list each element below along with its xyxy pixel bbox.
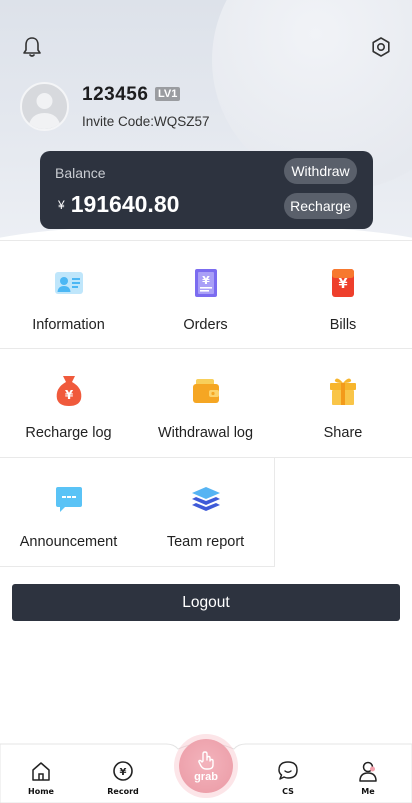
nav-home[interactable]: Home — [16, 759, 66, 796]
menu-item-withdrawal-log[interactable]: Withdrawal log — [137, 349, 275, 458]
menu-label: Withdrawal log — [157, 425, 254, 441]
level-badge: LV1 — [155, 87, 181, 101]
menu-label: Team report — [166, 534, 245, 550]
tap-icon — [198, 751, 214, 770]
id-card-icon — [52, 266, 86, 300]
nav-record-label: Record — [107, 787, 139, 796]
svg-text:¥: ¥ — [120, 767, 127, 778]
bell-icon[interactable] — [20, 35, 44, 59]
menu-label: Recharge log — [25, 425, 112, 441]
avatar[interactable] — [20, 82, 69, 131]
menu-item-team-report[interactable]: Team report — [137, 458, 275, 567]
menu-item-recharge-log[interactable]: ¥ Recharge log — [0, 349, 138, 458]
message-icon — [52, 483, 86, 517]
logout-button[interactable]: Logout — [12, 584, 400, 621]
svg-text:¥: ¥ — [202, 274, 210, 287]
menu-item-orders[interactable]: ¥ Orders — [137, 240, 275, 349]
profile-header: 123456 LV1 Invite Code:WQSZ57 Balance ¥1… — [0, 0, 412, 240]
menu-label: Share — [323, 425, 363, 441]
menu-item-share[interactable]: Share — [274, 349, 412, 458]
menu-label: Information — [32, 317, 105, 333]
bill-yen-icon: ¥ — [326, 266, 360, 300]
money-bag-icon: ¥ — [52, 374, 86, 408]
chat-icon — [276, 759, 300, 783]
withdraw-button[interactable]: Withdraw — [284, 158, 357, 184]
grab-button[interactable]: grab — [179, 739, 233, 793]
username: 123456 — [82, 84, 149, 105]
currency-symbol: ¥ — [58, 198, 65, 212]
nav-record[interactable]: ¥ Record — [98, 759, 148, 796]
menu-label: Bills — [329, 317, 357, 333]
svg-text:¥: ¥ — [64, 388, 73, 402]
wallet-icon — [189, 374, 223, 408]
menu-label: Orders — [183, 317, 228, 333]
balance-label: Balance — [55, 165, 106, 181]
grab-label: grab — [194, 771, 218, 783]
profile-page: 123456 LV1 Invite Code:WQSZ57 Balance ¥1… — [0, 0, 412, 803]
user-icon — [356, 759, 380, 783]
svg-text:¥: ¥ — [338, 277, 347, 292]
order-yen-icon: ¥ — [189, 266, 223, 300]
invite-code: Invite Code:WQSZ57 — [82, 114, 210, 129]
nav-me-label: Me — [361, 787, 375, 796]
nav-cs[interactable]: CS — [263, 759, 313, 796]
record-icon: ¥ — [111, 759, 135, 783]
home-icon — [29, 759, 53, 783]
balance-value: 191640.80 — [70, 191, 180, 217]
menu-item-information[interactable]: Information — [0, 240, 138, 349]
menu-label: Announcement — [19, 534, 118, 550]
nav-me[interactable]: Me — [343, 759, 393, 796]
nav-cs-label: CS — [282, 787, 294, 796]
balance-card: Balance ¥191640.80 Withdraw Recharge — [40, 151, 373, 229]
bottom-nav: Home ¥ Record grab CS Me — [0, 739, 412, 803]
nav-home-label: Home — [28, 787, 54, 796]
menu-item-announcement[interactable]: Announcement — [0, 458, 138, 567]
layers-icon — [189, 483, 223, 517]
gear-icon[interactable] — [369, 35, 393, 59]
menu-item-bills[interactable]: ¥ Bills — [274, 240, 412, 349]
gift-icon — [326, 374, 360, 408]
recharge-button[interactable]: Recharge — [284, 193, 357, 219]
balance-amount: ¥191640.80 — [58, 191, 179, 218]
